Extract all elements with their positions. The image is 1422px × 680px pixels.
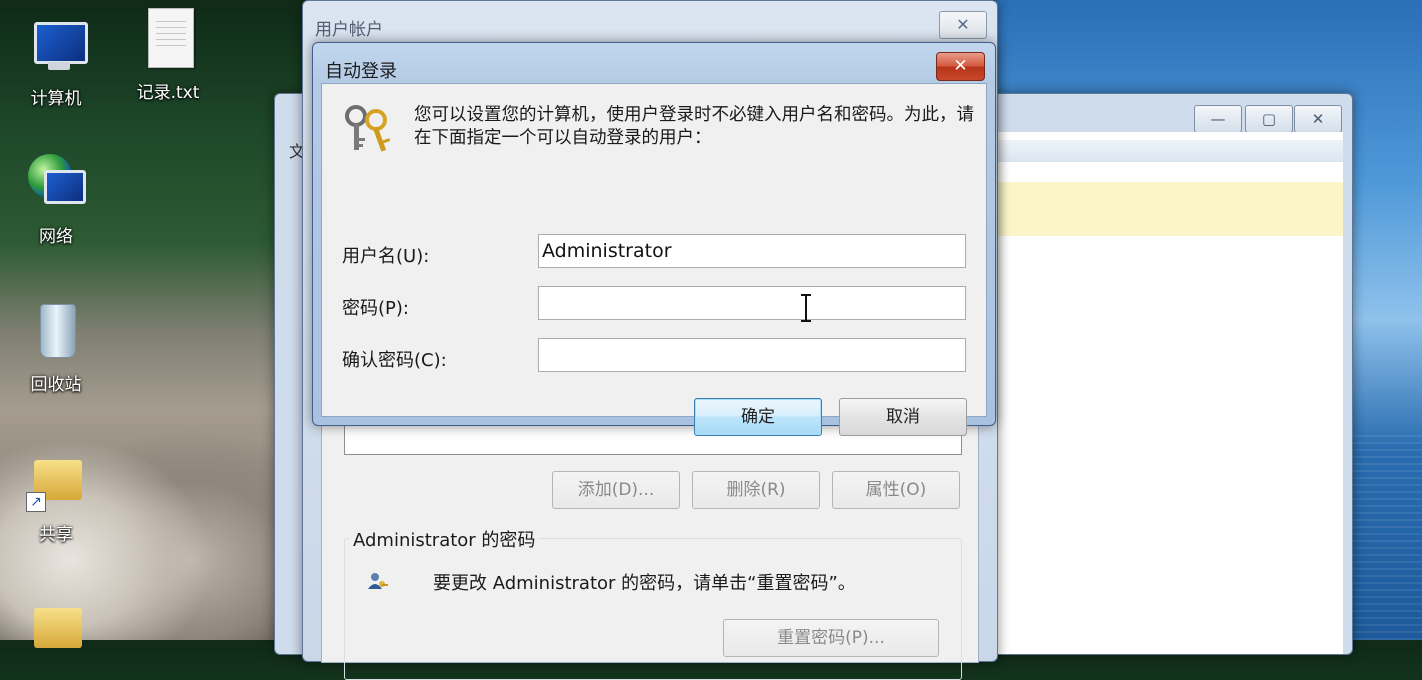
desktop-icon-label: 网络 xyxy=(39,227,73,247)
reset-password-button[interactable]: 重置密码(P)... xyxy=(723,619,939,657)
username-label: 用户名(U): xyxy=(342,246,430,267)
desktop-icon-label: 共享 xyxy=(39,525,73,545)
desktop-icon-computer[interactable]: 计算机 xyxy=(8,14,104,109)
desktop-icon-label: 记录.txt xyxy=(136,83,200,103)
add-user-button[interactable]: 添加(D)... xyxy=(552,471,680,509)
explorer-info-bar xyxy=(997,182,1343,236)
confirm-password-field[interactable] xyxy=(538,338,966,372)
password-group: Administrator 的密码 要更改 Administrator 的密码，… xyxy=(344,526,962,680)
maximize-button[interactable]: ▢ xyxy=(1245,105,1293,133)
keys-icon xyxy=(345,105,391,152)
autologon-dialog[interactable]: 自动登录 ✕ 您可以设置您的计算机，使用户登录时不必键入用户名和密码。为此，请在… xyxy=(312,42,996,436)
folder-icon xyxy=(26,598,86,662)
password-label: 密码(P): xyxy=(342,298,409,319)
desktop-icon-label: 计算机 xyxy=(30,89,82,109)
group-title: Administrator 的密码 xyxy=(349,526,540,552)
text-file-icon xyxy=(138,8,198,72)
window-title: 用户帐户 xyxy=(315,20,383,40)
desktop-icon-recycle-bin[interactable]: 回收站 xyxy=(8,300,104,395)
dialog-intro-text: 您可以设置您的计算机，使用户登录时不必键入用户名和密码。为此，请在下面指定一个可… xyxy=(414,105,974,148)
text-cursor-icon xyxy=(801,294,811,322)
close-button[interactable]: ✕ xyxy=(936,52,985,81)
password-instruction: 要更改 Administrator 的密码，请单击“重置密码”。 xyxy=(433,573,856,594)
close-button[interactable]: ✕ xyxy=(939,11,987,39)
user-key-icon xyxy=(368,573,388,589)
desktop-icon-folder-partial[interactable] xyxy=(8,598,104,668)
desktop-icon-network[interactable]: 网络 xyxy=(8,152,104,247)
desktop-icon-text-file[interactable]: 记录.txt xyxy=(120,8,216,103)
recycle-bin-icon xyxy=(26,300,86,364)
desktop-icon-shared[interactable]: ↗ 共享 xyxy=(8,450,104,545)
confirm-password-label: 确认密码(C): xyxy=(342,350,447,371)
shared-folder-shortcut-icon: ↗ xyxy=(26,450,86,514)
ok-button[interactable]: 确定 xyxy=(694,398,822,436)
remove-user-button[interactable]: 删除(R) xyxy=(692,471,820,509)
cancel-button[interactable]: 取消 xyxy=(839,398,967,436)
password-field[interactable] xyxy=(538,286,966,320)
dialog-content: 您可以设置您的计算机，使用户登录时不必键入用户名和密码。为此，请在下面指定一个可… xyxy=(321,83,987,436)
username-field[interactable] xyxy=(538,234,966,268)
minimize-button[interactable]: — xyxy=(1194,105,1242,133)
explorer-content xyxy=(997,132,1343,654)
dialog-title: 自动登录 xyxy=(325,61,397,82)
explorer-toolbar-strip xyxy=(997,140,1343,162)
network-icon xyxy=(26,152,86,216)
computer-icon xyxy=(26,14,88,78)
properties-button[interactable]: 属性(O) xyxy=(832,471,960,509)
close-button[interactable]: ✕ xyxy=(1294,105,1342,133)
desktop-icon-label: 回收站 xyxy=(30,375,82,395)
